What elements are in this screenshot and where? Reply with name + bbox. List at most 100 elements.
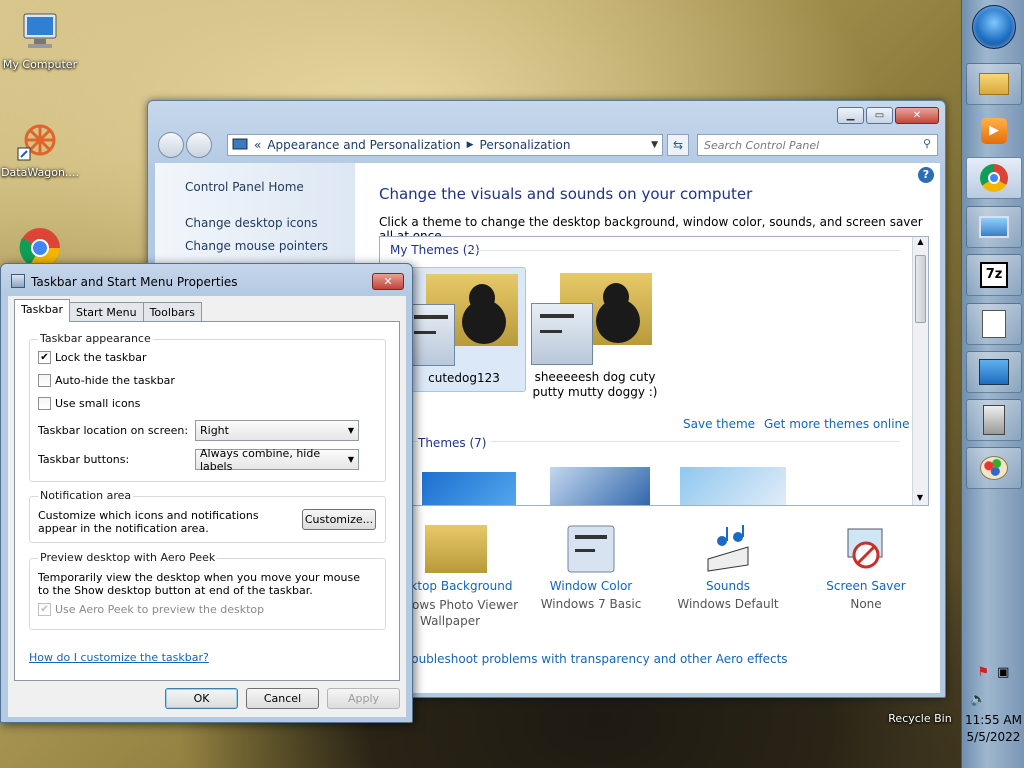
taskbar-file-explorer[interactable] [966,63,1022,105]
folder-icon [979,73,1009,95]
sounds-icon [704,525,752,573]
help-icon[interactable]: ? [918,167,934,183]
search-placeholder: Search Control Panel [704,139,820,152]
desktop-icon-label: DataWagon.... [1,166,79,179]
taskbar-buttons-value: Always combine, hide labels [200,446,321,473]
dialog-close-button[interactable]: ✕ [372,273,404,290]
sounds-item[interactable]: Sounds Windows Default [658,525,798,611]
window-thumbnail [531,303,593,365]
taskbar-media-player[interactable]: ▶ [966,110,1022,152]
buttons-label: Taskbar buttons: [38,453,130,466]
my-themes-header: My Themes (2) [390,243,480,257]
sidebar-link-mouse-pointers[interactable]: Change mouse pointers [185,239,328,253]
volume-icon[interactable]: 🔈 [962,692,1024,707]
scroll-up-arrow: ▲ [917,237,924,246]
window-color-title: Window Color [549,579,633,593]
breadcrumb-separator: ▶ [466,140,474,150]
theme-list-scrollbar[interactable]: ▲ ▼ [912,237,928,505]
tab-toolbars[interactable]: Toolbars [142,302,202,322]
ok-button[interactable]: OK [165,688,238,709]
7zip-icon: 7z [980,262,1008,288]
customize-button[interactable]: Customize... [302,509,376,530]
scroll-thumb[interactable] [915,255,926,323]
aero-themes-header: Themes (7) [418,436,491,450]
desktop-icon-my-computer[interactable]: My Computer [0,8,80,71]
aero-theme-thumbnail[interactable] [550,467,650,505]
dog-thumbnail [425,525,487,573]
media-player-icon: ▶ [981,118,1007,144]
aero-peek-label: Use Aero Peek to preview the desktop [55,603,265,616]
taskbar-buttons-select[interactable]: Always combine, hide labels ▼ [195,446,359,473]
window-color-icon [567,525,615,573]
aero-theme-thumbnail[interactable] [422,472,516,505]
taskbar-properties-icon [11,274,25,288]
taskbar-control-panel[interactable] [966,351,1022,393]
save-theme-link[interactable]: Save theme [683,417,755,431]
desktop-icon-datawagon[interactable]: DataWagon.... [0,116,80,179]
taskbar-location-select[interactable]: Right ▼ [195,420,359,441]
search-input[interactable]: Search Control Panel ⚲ [697,134,938,156]
address-bar[interactable]: « Appearance and Personalization ▶ Perso… [227,134,663,156]
clock-time[interactable]: 11:55 AM [962,713,1024,727]
taskbar-device-manager[interactable] [966,399,1022,441]
notepad-icon [982,310,1006,338]
screen-saver-title: Screen Saver [826,579,906,593]
address-dropdown-icon[interactable]: ▼ [651,140,658,150]
action-center-icon[interactable]: ⚑ [978,665,990,680]
tab-taskbar[interactable]: Taskbar [14,299,70,322]
taskbar: ▶ 7z ⚑ ▣ 🔈 11:55 AM 5/5/2022 [961,0,1024,768]
close-button[interactable]: ✕ [895,107,939,124]
aero-theme-thumbnail[interactable] [680,467,786,505]
system-tray: ⚑ ▣ 🔈 11:55 AM 5/5/2022 [962,665,1024,744]
computer-icon [16,8,64,56]
help-link[interactable]: How do I customize the taskbar? [29,651,209,664]
lock-taskbar-checkbox[interactable]: ✔ [38,351,51,364]
minimize-button[interactable]: ▁ [837,107,864,124]
breadcrumb-personalization[interactable]: Personalization [480,138,571,152]
theme-tile-sheeeeesh[interactable]: sheeeeesh dog cuty putty mutty doggy :) [530,267,660,407]
small-icons-row[interactable]: Use small icons [38,397,140,410]
taskbar-paint[interactable] [966,447,1022,489]
dialog-tabs: Taskbar Start Menu Toolbars [14,299,202,322]
apply-button[interactable]: Apply [327,688,400,709]
theme-name: cutedog123 [428,371,500,385]
breadcrumb-appearance[interactable]: Appearance and Personalization [267,138,460,152]
window-color-value: Windows 7 Basic [540,597,642,611]
window-color-item[interactable]: Window Color Windows 7 Basic [521,525,661,611]
location-label: Taskbar location on screen: [38,424,189,437]
maximize-button[interactable]: ▭ [866,107,893,124]
taskbar-notepad[interactable] [966,303,1022,345]
more-themes-link[interactable]: Get more themes online [764,417,910,431]
notification-description: Customize which icons and notifications … [38,509,259,535]
tab-start-menu[interactable]: Start Menu [69,302,144,322]
autohide-row[interactable]: Auto-hide the taskbar [38,374,175,387]
sidebar-link-desktop-icons[interactable]: Change desktop icons [185,216,318,230]
autohide-checkbox[interactable] [38,374,51,387]
cancel-button[interactable]: Cancel [246,688,319,709]
search-icon: ⚲ [922,137,931,150]
back-button[interactable] [158,132,184,158]
refresh-button[interactable]: ⇆ [667,134,689,156]
screen-saver-item[interactable]: Screen Saver None [796,525,936,611]
taskbar-chrome[interactable] [966,157,1022,199]
theme-name: sheeeeesh dog cuty putty mutty doggy :) [532,370,658,399]
theme-tile-cutedog123[interactable]: cutedog123 [400,267,526,392]
small-icons-checkbox[interactable] [38,397,51,410]
network-icon[interactable]: ▣ [997,665,1009,680]
aero-peek-checkbox: ✔ [38,603,51,616]
desktop-icon-recycle-bin[interactable]: Recycle Bin [880,698,960,725]
troubleshoot-aero-link[interactable]: Troubleshoot problems with transparency … [401,652,788,666]
clock-date[interactable]: 5/5/2022 [962,730,1024,744]
group-title: Preview desktop with Aero Peek [38,551,218,564]
taskbar-7zip[interactable]: 7z [966,254,1022,296]
sidebar-link-home[interactable]: Control Panel Home [185,180,304,194]
lock-taskbar-row[interactable]: ✔ Lock the taskbar [38,351,147,364]
taskbar-picture-viewer[interactable] [966,206,1022,248]
datawagon-icon [16,116,64,164]
page-title: Change the visuals and sounds on your co… [379,185,753,203]
control-panel-icon [232,138,248,152]
aero-peek-group: Preview desktop with Aero Peek Temporari… [29,551,386,630]
forward-button[interactable] [186,132,212,158]
scroll-down-arrow: ▼ [916,493,924,502]
start-button[interactable] [972,5,1016,49]
